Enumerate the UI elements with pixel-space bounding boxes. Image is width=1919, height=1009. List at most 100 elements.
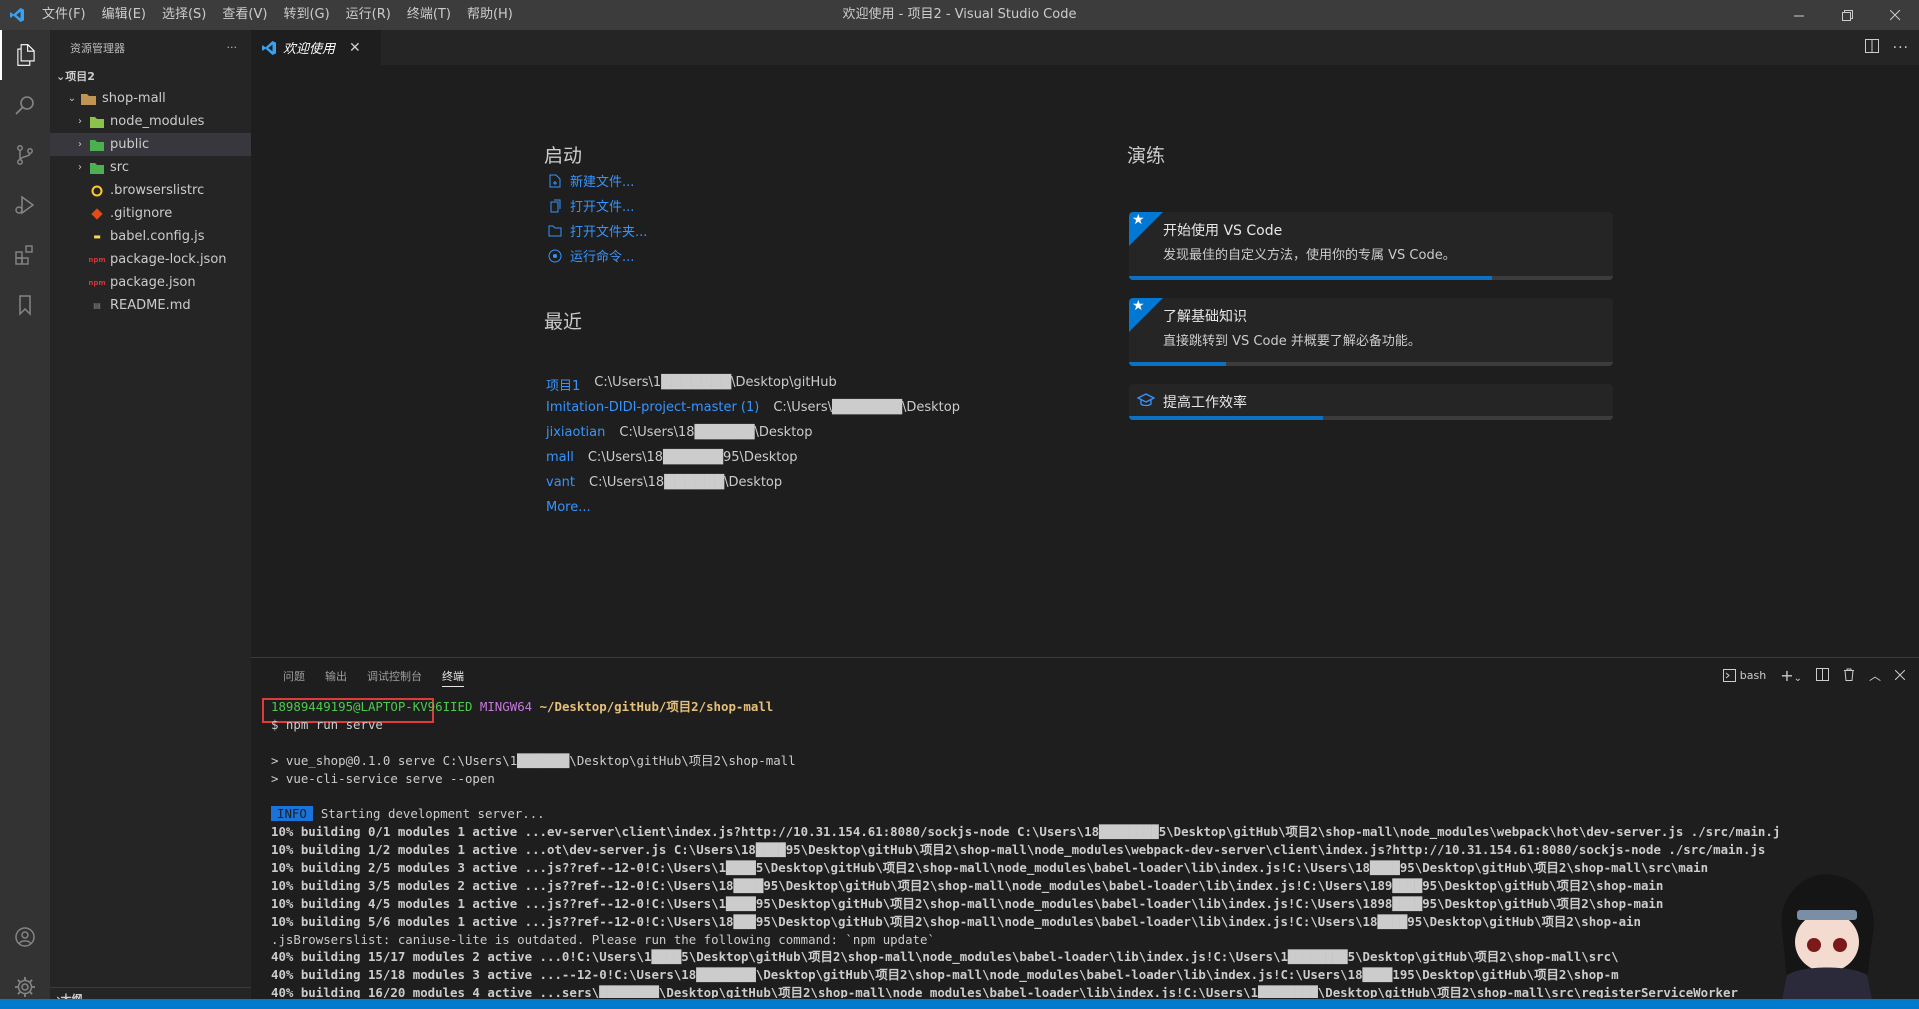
tree-file-package-json[interactable]: npm package.json xyxy=(50,271,251,294)
chevron-down-icon: ⌄ xyxy=(1793,673,1802,684)
tab-output[interactable]: 输出 xyxy=(315,658,357,693)
new-file-link[interactable]: 新建文件... xyxy=(546,171,634,190)
tab-close-button[interactable]: ✕ xyxy=(349,40,361,56)
recent-item[interactable]: 项目1 C:\Users\1███████\Desktop\gitHub xyxy=(546,375,837,394)
tree-file-gitignore[interactable]: .gitignore xyxy=(50,202,251,225)
run-debug-icon xyxy=(15,195,35,215)
terminal-shell-selector[interactable]: bash xyxy=(1722,669,1766,682)
recent-item[interactable]: jixiaotian C:\Users\18██████\Desktop xyxy=(546,425,813,440)
split-editor-button[interactable] xyxy=(1864,38,1879,57)
recent-item[interactable]: vant C:\Users\18██████\Desktop xyxy=(546,475,782,490)
maximize-panel-button[interactable]: ︿ xyxy=(1869,667,1881,684)
menu-file[interactable]: 文件(F) xyxy=(34,0,94,30)
extensions-button[interactable] xyxy=(0,230,50,280)
restore-button[interactable] xyxy=(1823,0,1871,30)
tree-folder-node-modules[interactable]: › node_modules xyxy=(50,110,251,133)
build-line: 10% building 4/5 modules 1 active ...js?… xyxy=(271,895,1664,911)
recent-more-link[interactable]: More... xyxy=(546,500,605,515)
recent-item[interactable]: Imitation-DIDI-project-master (1) C:\User… xyxy=(546,400,960,415)
recent-name[interactable]: mall xyxy=(546,450,574,465)
tree-folder-shop-mall[interactable]: ⌄ shop-mall xyxy=(50,87,251,110)
run-command-link[interactable]: 运行命令... xyxy=(546,246,634,265)
tree-item-label: shop-mall xyxy=(102,91,166,106)
tab-terminal[interactable]: 终端 xyxy=(432,658,474,693)
terminal-output[interactable]: 18989449195@LAPTOP-KV96IIED MINGW64 ~/De… xyxy=(271,698,1911,998)
open-file-link[interactable]: 打开文件... xyxy=(546,196,634,215)
menu-run[interactable]: 运行(R) xyxy=(338,0,399,30)
build-line: .jsBrowserslist: caniuse-lite is outdate… xyxy=(271,931,935,947)
tree-file-browserslistrc[interactable]: .browserslistrc xyxy=(50,179,251,202)
recent-name[interactable]: vant xyxy=(546,475,575,490)
more-actions-button[interactable]: ··· xyxy=(1893,40,1909,56)
close-panel-button[interactable] xyxy=(1894,669,1906,683)
panel-actions: bash +⌄ ︿ xyxy=(1722,658,1906,693)
welcome-page: 启动 新建文件... 打开文件... 打开文件夹... 运行命令... 最近 项… xyxy=(251,65,1919,657)
build-line: 10% building 2/5 modules 3 active ...js?… xyxy=(271,860,1709,876)
walkthrough-card-get-started[interactable]: ★ 开始使用 VS Code 发现最佳的自定义方法，使用你的专属 VS Code… xyxy=(1129,212,1613,280)
link-label: 打开文件... xyxy=(570,200,635,215)
tree-folder-src[interactable]: › src xyxy=(50,156,251,179)
bookmarks-button[interactable] xyxy=(0,280,50,330)
source-control-button[interactable] xyxy=(0,130,50,180)
window-controls xyxy=(1775,0,1919,30)
run-debug-button[interactable] xyxy=(0,180,50,230)
menu-selection[interactable]: 选择(S) xyxy=(154,0,214,30)
vscode-tab-icon xyxy=(262,40,276,55)
account-icon xyxy=(15,927,35,947)
markdown-file-icon: ▤ xyxy=(93,301,101,310)
star-icon: ★ xyxy=(1132,212,1145,228)
workspace-section[interactable]: ⌄ 项目2 xyxy=(50,65,251,87)
recent-path: C:\Users\18██████\Desktop xyxy=(589,475,783,490)
open-folder-link[interactable]: 打开文件夹... xyxy=(546,221,647,240)
build-line: 10% building 0/1 modules 1 active ...ev-… xyxy=(271,824,1781,840)
tree-file-readme[interactable]: ▤ README.md xyxy=(50,294,251,317)
menu-edit[interactable]: 编辑(E) xyxy=(94,0,154,30)
recent-name[interactable]: Imitation-DIDI-project-master (1) xyxy=(546,400,759,415)
explorer-button[interactable] xyxy=(0,30,50,80)
progress-track xyxy=(1129,362,1613,366)
recent-name[interactable]: jixiaotian xyxy=(546,425,605,440)
tree-item-label: node_modules xyxy=(110,114,205,129)
status-bar xyxy=(0,999,1919,1009)
build-line: 10% building 1/2 modules 1 active ...ot\… xyxy=(271,842,1766,858)
tab-label: 欢迎使用 xyxy=(283,42,336,57)
tree-item-label: .browserslistrc xyxy=(110,183,205,198)
recent-item[interactable]: mall C:\Users\18██████95\Desktop xyxy=(546,450,798,465)
close-icon xyxy=(1894,669,1906,680)
kill-terminal-button[interactable] xyxy=(1843,668,1855,684)
terminal-command: $ npm run serve xyxy=(271,716,383,732)
recent-path: C:\Users\███████\Desktop xyxy=(773,400,960,415)
menu-terminal[interactable]: 终端(T) xyxy=(399,0,459,30)
node-folder-icon xyxy=(88,116,106,128)
search-button[interactable] xyxy=(0,80,50,130)
explorer-more-actions-button[interactable]: ··· xyxy=(227,41,238,54)
accounts-button[interactable] xyxy=(0,912,50,962)
recent-name[interactable]: 项目1 xyxy=(546,375,580,394)
build-line: 40% building 15/17 modules 2 active ...0… xyxy=(271,949,1619,965)
tree-item-label: babel.config.js xyxy=(110,229,205,244)
tree-file-babel-config[interactable]: ▬ babel.config.js xyxy=(50,225,251,248)
walkthrough-card-fundamentals[interactable]: ★ 了解基础知识 直接跳转到 VS Code 并概要了解必备功能。 xyxy=(1129,298,1613,366)
menu-view[interactable]: 查看(V) xyxy=(214,0,275,30)
files-icon xyxy=(17,44,35,66)
split-terminal-button[interactable] xyxy=(1815,667,1829,684)
menu-bar: 文件(F) 编辑(E) 选择(S) 查看(V) 转到(G) 运行(R) 终端(T… xyxy=(34,0,521,30)
menu-help[interactable]: 帮助(H) xyxy=(459,0,521,30)
card-title: 开始使用 VS Code xyxy=(1163,223,1283,239)
source-control-icon xyxy=(17,145,33,165)
tab-welcome[interactable]: 欢迎使用 ✕ xyxy=(251,30,381,65)
prompt-path: ~/Desktop/gitHub/项目2/shop-mall xyxy=(539,699,774,714)
menu-go[interactable]: 转到(G) xyxy=(275,0,337,30)
recent-path: C:\Users\18██████95\Desktop xyxy=(587,450,798,465)
tree-folder-public[interactable]: › public xyxy=(50,133,251,156)
close-window-button[interactable] xyxy=(1871,0,1919,30)
tab-problems[interactable]: 问题 xyxy=(273,658,315,693)
star-icon: ★ xyxy=(1132,298,1145,314)
chevron-right-icon: › xyxy=(78,162,82,173)
progress-fill xyxy=(1129,416,1323,420)
new-terminal-button[interactable]: +⌄ xyxy=(1780,666,1802,685)
tab-debug-console[interactable]: 调试控制台 xyxy=(357,658,432,693)
minimize-button[interactable] xyxy=(1775,0,1823,30)
tree-file-package-lock[interactable]: npm package-lock.json xyxy=(50,248,251,271)
walkthrough-card-productivity[interactable]: 提高工作效率 xyxy=(1129,384,1613,420)
